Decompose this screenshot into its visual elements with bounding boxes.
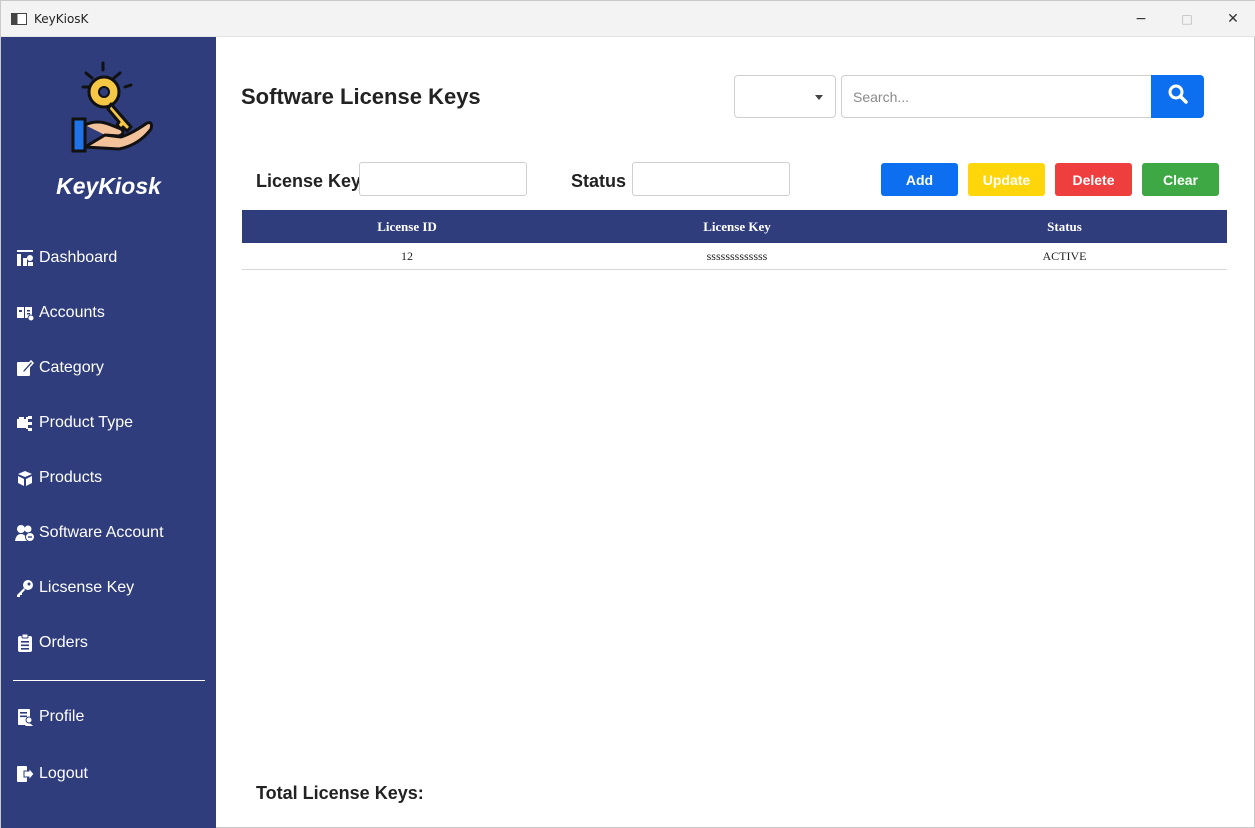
sidebar-item-profile[interactable]: Profile [15,702,84,732]
key-icon [15,578,35,598]
sidebar-item-label: Products [39,469,103,486]
sidebar-item-license-key[interactable]: Licsense Key [15,573,134,603]
column-header-license-key[interactable]: License Key [572,210,902,243]
sidebar-item-label: Product Type [39,414,133,431]
search-icon [1168,84,1188,109]
table-header: License ID License Key Status [242,210,1227,243]
sidebar-item-product-type[interactable]: Product Type [15,408,133,438]
app-window: KeyKiosK − □ ✕ KeyKiosk Dashboard Accoun… [0,0,1255,828]
logout-icon [15,764,35,784]
clipboard-icon [15,633,35,653]
sidebar-item-label: Licsense Key [39,579,135,596]
column-header-license-id[interactable]: License ID [242,210,572,243]
cell-status: ACTIVE [1042,248,1087,263]
sidebar-item-orders[interactable]: Orders [15,628,88,658]
clear-button[interactable]: Clear [1142,163,1219,196]
profile-icon [15,707,35,727]
edit-icon [15,358,35,378]
sidebar-item-products[interactable]: Products [15,463,102,493]
minimize-button[interactable]: − [1118,1,1164,37]
sidebar-item-label: Profile [39,708,85,725]
close-button[interactable]: ✕ [1210,1,1255,37]
box-icon [15,468,35,488]
sidebar-item-label: Accounts [39,304,105,321]
delete-button[interactable]: Delete [1055,163,1132,196]
filter-dropdown[interactable] [734,75,836,118]
sidebar-item-logout[interactable]: Logout [15,759,88,789]
status-label: Status [571,171,627,191]
total-license-keys-label: Total License Keys: [256,783,424,803]
page-title: Software License Keys [241,84,481,109]
license-key-label: License Key [256,171,362,191]
sidebar: KeyKiosk Dashboard Accounts Category Pro… [1,37,216,828]
license-keys-table: License ID License Key Status 12 sssssss… [242,210,1227,270]
sidebar-item-dashboard[interactable]: Dashboard [15,243,117,273]
dashboard-icon [15,248,35,268]
sidebar-item-label: Orders [39,634,88,651]
title-bar: KeyKiosK − □ ✕ [1,1,1255,37]
cell-license-key: sssssssssssss [706,248,768,263]
key-hand-icon [61,59,157,159]
accounts-icon [15,303,35,323]
sidebar-item-software-account[interactable]: Software Account [15,518,164,548]
brand-name: KeyKiosk [56,173,161,199]
window-title: KeyKiosK [34,11,89,26]
sidebar-item-accounts[interactable]: Accounts [15,298,105,328]
column-header-status[interactable]: Status [902,210,1227,243]
table-row[interactable]: 12 sssssssssssss ACTIVE [242,243,1227,270]
maximize-button[interactable]: □ [1164,1,1210,37]
sidebar-item-category[interactable]: Category [15,353,104,383]
update-button[interactable]: Update [968,163,1045,196]
user-group-icon [15,523,35,543]
license-key-field[interactable] [359,162,527,196]
app-window-icon [11,12,27,25]
sidebar-divider [13,680,205,681]
product-type-icon [15,413,35,433]
add-button[interactable]: Add [881,163,958,196]
chevron-down-icon [815,95,823,100]
sidebar-item-label: Dashboard [39,249,118,266]
search-input[interactable] [841,75,1152,118]
main-content: Software License Keys License Key Status… [216,37,1255,828]
cell-license-id: 12 [401,248,413,263]
sidebar-item-label: Logout [39,765,88,782]
sidebar-item-label: Category [39,359,104,376]
window-controls: − □ ✕ [1118,1,1255,37]
search-button[interactable] [1151,75,1204,118]
sidebar-item-label: Software Account [39,524,164,541]
status-field[interactable] [632,162,790,196]
